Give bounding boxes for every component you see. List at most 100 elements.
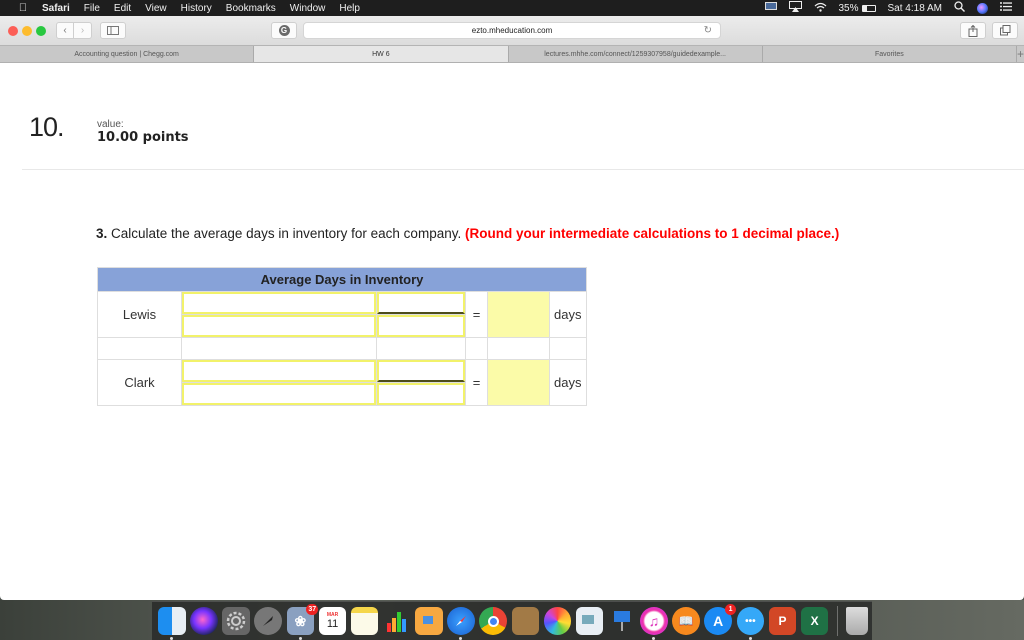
menu-window[interactable]: Window: [290, 3, 326, 14]
clark-result-input[interactable]: [488, 360, 549, 405]
notification-center-icon[interactable]: [1000, 2, 1012, 14]
siri-icon[interactable]: [977, 2, 988, 14]
notes-icon[interactable]: [350, 607, 379, 635]
chevron-left-icon: ‹: [63, 25, 67, 36]
grammarly-icon: G: [278, 25, 290, 36]
safari-window: ‹ › G ezto.mheducation.com ↻ Accounting …: [0, 16, 1024, 600]
siri-app-icon[interactable]: [190, 607, 218, 635]
lewis-result-input[interactable]: [488, 292, 549, 337]
dock: ❀ 37 MAR 11 ♫ 📖 A1 ••• P X: [152, 601, 872, 640]
clark-label-top-input[interactable]: [182, 360, 376, 382]
tab-mhhe-lectures[interactable]: lectures.mhhe.com/connect/1259307958/gui…: [509, 46, 763, 62]
chevron-right-icon: ›: [80, 25, 85, 36]
powerpoint-icon[interactable]: P: [768, 607, 797, 635]
url-text: ezto.mheducation.com: [471, 26, 553, 35]
sidebar-toggle-button[interactable]: [100, 22, 126, 39]
battery-indicator[interactable]: 35%: [839, 3, 876, 14]
menu-help[interactable]: Help: [339, 3, 360, 14]
share-button[interactable]: [960, 22, 986, 39]
nav-buttons: ‹ ›: [56, 22, 92, 39]
menu-bookmarks[interactable]: Bookmarks: [226, 3, 276, 14]
powerpoint-glyph: P: [778, 614, 787, 628]
mail-badge: 37: [306, 604, 319, 615]
preview-icon[interactable]: [575, 607, 604, 635]
wifi-icon[interactable]: [814, 2, 827, 15]
average-days-inventory-table: Average Days in Inventory Lewis = days C…: [97, 267, 587, 406]
calendar-day: 11: [326, 618, 339, 630]
music-note-icon: ♫: [648, 613, 660, 629]
forward-button[interactable]: ›: [74, 22, 92, 39]
part-number: 3.: [96, 226, 108, 241]
menu-view[interactable]: View: [145, 3, 167, 14]
instruction-text: 3. Calculate the average days in invento…: [96, 226, 839, 241]
system-preferences-icon[interactable]: [222, 607, 250, 635]
lewis-label-bottom-input[interactable]: [182, 315, 376, 337]
table-row-lewis: Lewis = days: [97, 291, 587, 338]
app-store-icon[interactable]: A1: [704, 604, 737, 635]
safari-app-icon[interactable]: [447, 607, 475, 640]
show-tabs-button[interactable]: [992, 22, 1018, 39]
extension-button[interactable]: G: [271, 22, 297, 39]
book-icon: 📖: [678, 614, 694, 628]
menu-app-safari[interactable]: Safari: [42, 3, 70, 14]
table-spacer-row: [97, 337, 587, 360]
chrome-center: [487, 615, 499, 627]
contacts-icon[interactable]: [511, 607, 540, 635]
tab-hw6[interactable]: HW 6: [254, 46, 509, 62]
tab-favorites[interactable]: Favorites: [763, 46, 1017, 62]
equals-sign: =: [465, 359, 488, 406]
question-value-label: value:: [97, 119, 124, 130]
clark-denominator-input[interactable]: [377, 383, 465, 405]
battery-percent: 35%: [838, 2, 859, 14]
spotlight-icon[interactable]: [954, 1, 965, 15]
itunes-icon[interactable]: ♫: [640, 607, 668, 640]
back-button[interactable]: ‹: [56, 22, 74, 39]
lewis-numerator-input[interactable]: [377, 292, 465, 314]
airplay-icon[interactable]: [788, 1, 802, 15]
fullscreen-window-button[interactable]: [36, 25, 46, 36]
calendar-icon[interactable]: MAR 11: [318, 607, 347, 635]
tab-chegg[interactable]: Accounting question | Chegg.com: [0, 46, 255, 62]
address-bar[interactable]: ezto.mheducation.com ↻: [303, 22, 721, 39]
apple-menu-icon[interactable]: : [16, 2, 30, 14]
clark-label-bottom-input[interactable]: [182, 383, 376, 405]
messages-icon[interactable]: •••: [736, 607, 765, 640]
menu-history[interactable]: History: [181, 3, 212, 14]
lewis-denominator-input[interactable]: [377, 315, 465, 337]
chrome-icon[interactable]: [479, 607, 508, 635]
excel-icon[interactable]: X: [800, 607, 829, 635]
lewis-label-top-input[interactable]: [182, 292, 376, 314]
new-tab-button[interactable]: +: [1017, 46, 1024, 62]
menubar:  Safari File Edit View History Bookmark…: [0, 0, 1024, 16]
photos-icon[interactable]: [543, 607, 572, 635]
question-divider: [22, 169, 1024, 170]
close-window-button[interactable]: [8, 25, 18, 36]
clark-numerator-input[interactable]: [377, 360, 465, 382]
reload-icon[interactable]: ↻: [704, 25, 712, 36]
equals-sign: =: [465, 291, 488, 338]
ibooks-icon[interactable]: 📖: [672, 607, 700, 635]
company-name: Lewis: [97, 291, 182, 338]
pages-icon[interactable]: [415, 607, 443, 635]
finder-icon[interactable]: [158, 607, 186, 640]
display-icon[interactable]: [764, 2, 777, 14]
browser-toolbar: ‹ › G ezto.mheducation.com ↻: [0, 16, 1024, 45]
menu-edit[interactable]: Edit: [114, 3, 131, 14]
mail-icon[interactable]: ❀ 37: [286, 604, 319, 640]
app-store-badge: 1: [725, 604, 737, 615]
keynote-icon[interactable]: [608, 607, 636, 635]
unit-label: days: [549, 359, 587, 406]
launchpad-icon[interactable]: [254, 607, 283, 635]
bird-icon: ❀: [294, 612, 307, 629]
battery-icon: [861, 4, 876, 12]
minimize-window-button[interactable]: [22, 25, 32, 36]
app-store-glyph: A: [713, 613, 724, 629]
trash-icon[interactable]: [845, 607, 868, 635]
menu-file[interactable]: File: [84, 3, 100, 14]
window-controls: [8, 25, 50, 36]
tabs-overview-icon: [999, 25, 1010, 36]
chat-bubble-icon: •••: [745, 615, 756, 627]
table-row-clark: Clark = days: [97, 359, 587, 406]
clock[interactable]: Sat 4:18 AM: [888, 3, 942, 14]
numbers-icon[interactable]: [383, 607, 411, 635]
